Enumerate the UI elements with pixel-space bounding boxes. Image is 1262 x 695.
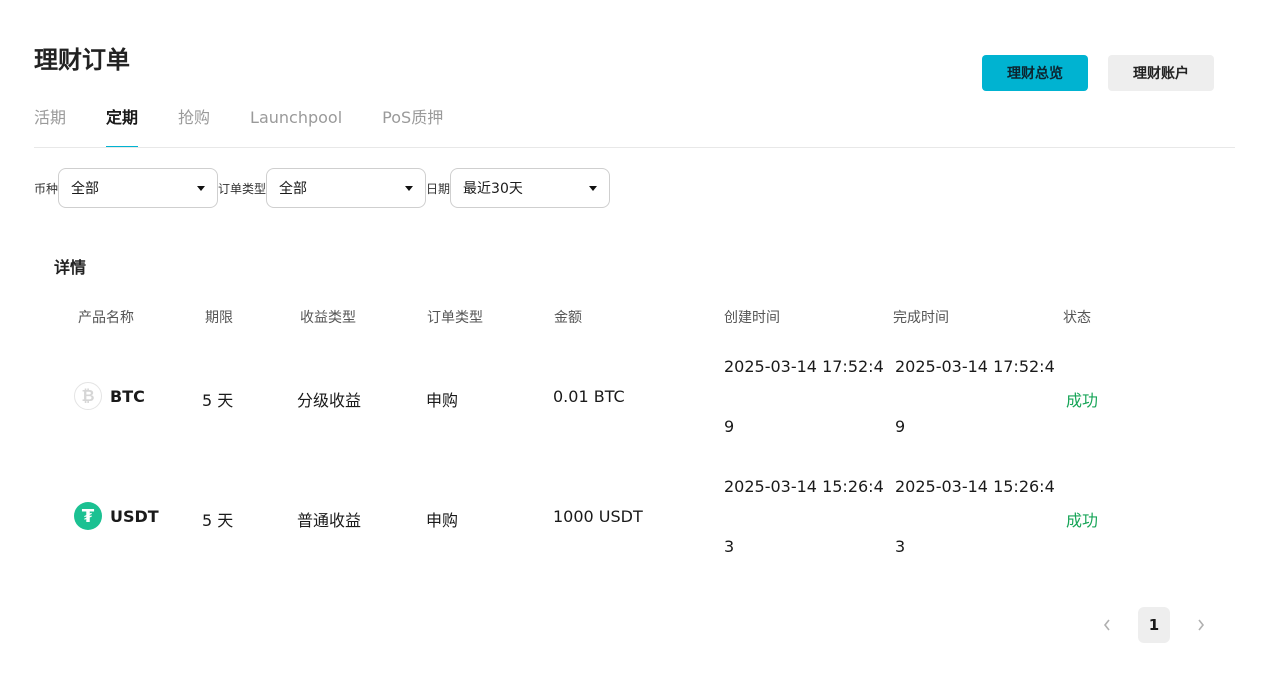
order-type-select[interactable]: 全部 xyxy=(266,168,427,208)
product-name: BTC xyxy=(110,386,145,406)
yield-type-cell: 普通收益 xyxy=(297,511,362,530)
overview-button[interactable]: 理财总览 xyxy=(982,55,1088,91)
date-filter-label: 日期 xyxy=(426,181,451,196)
amount-cell: 0.01 BTC xyxy=(553,387,625,406)
created-time-cell: 2025-03-14 17:52:4 xyxy=(724,357,884,376)
status-badge: 成功 xyxy=(1066,391,1099,410)
column-header-product: 产品名称 xyxy=(78,310,134,326)
filter-bar: 币种 全部 订单类型 全部 日期 最近30天 xyxy=(34,168,611,208)
date-select[interactable]: 最近30天 xyxy=(450,168,611,208)
details-title: 详情 xyxy=(54,258,87,277)
term-cell: 5 天 xyxy=(202,391,234,410)
completed-time-cell: 2025-03-14 15:26:4 xyxy=(895,477,1055,496)
column-header-status: 状态 xyxy=(1063,310,1091,326)
order-type-cell: 申购 xyxy=(426,511,459,530)
pagination-page-1[interactable]: 1 xyxy=(1138,607,1170,643)
coin-filter-label: 币种 xyxy=(34,181,59,196)
bitcoin-icon: ₿ xyxy=(74,382,102,410)
tab-fixed[interactable]: 定期 xyxy=(106,104,139,148)
column-header-order-type: 订单类型 xyxy=(427,310,483,326)
tether-icon: ₮ xyxy=(74,502,102,530)
column-header-term: 期限 xyxy=(205,310,233,326)
tab-pos-staking[interactable]: PoS质押 xyxy=(382,104,443,148)
chevron-left-icon[interactable] xyxy=(1094,612,1120,638)
tabs-divider xyxy=(34,147,1235,148)
order-type-filter-label: 订单类型 xyxy=(218,181,267,196)
completed-time-cell-wrap: 9 xyxy=(895,417,906,436)
caret-down-icon xyxy=(405,185,414,191)
created-time-cell: 2025-03-14 15:26:4 xyxy=(724,477,884,496)
yield-type-cell: 分级收益 xyxy=(297,391,362,410)
order-type-select-value: 全部 xyxy=(279,181,308,197)
term-cell: 5 天 xyxy=(202,511,234,530)
chevron-right-icon[interactable] xyxy=(1188,612,1214,638)
coin-select-value: 全部 xyxy=(71,181,100,197)
product-cell: ₮ USDT xyxy=(74,502,159,530)
caret-down-icon xyxy=(589,185,598,191)
product-name: USDT xyxy=(110,506,159,526)
column-header-amount: 金额 xyxy=(554,310,582,326)
created-time-cell-wrap: 3 xyxy=(724,537,735,556)
page-title: 理财订单 xyxy=(34,46,130,74)
tab-flash-sale[interactable]: 抢购 xyxy=(178,104,210,148)
order-type-cell: 申购 xyxy=(426,391,459,410)
completed-time-cell-wrap: 3 xyxy=(895,537,906,556)
account-button[interactable]: 理财账户 xyxy=(1108,55,1214,91)
created-time-cell-wrap: 9 xyxy=(724,417,735,436)
tab-launchpool[interactable]: Launchpool xyxy=(250,104,342,148)
status-badge: 成功 xyxy=(1066,511,1099,530)
caret-down-icon xyxy=(197,185,206,191)
column-header-completed-time: 完成时间 xyxy=(893,310,949,326)
completed-time-cell: 2025-03-14 17:52:4 xyxy=(895,357,1055,376)
coin-select[interactable]: 全部 xyxy=(58,168,219,208)
product-cell: ₿ BTC xyxy=(74,382,145,410)
tab-flexible[interactable]: 活期 xyxy=(34,104,66,148)
date-select-value: 最近30天 xyxy=(463,181,523,197)
tab-bar: 活期 定期 抢购 Launchpool PoS质押 xyxy=(34,104,483,148)
column-header-yield-type: 收益类型 xyxy=(300,310,356,326)
amount-cell: 1000 USDT xyxy=(553,507,643,526)
column-header-created-time: 创建时间 xyxy=(724,310,780,326)
